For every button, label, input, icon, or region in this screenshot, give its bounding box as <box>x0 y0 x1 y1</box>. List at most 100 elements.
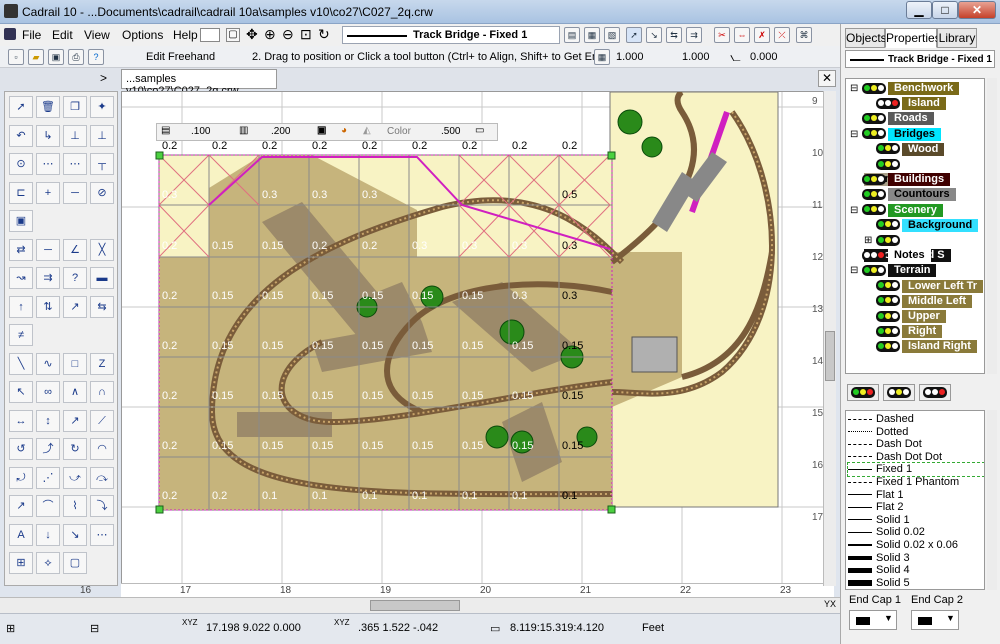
palette-tool-16[interactable]: ▣ <box>9 210 33 232</box>
palette-tool-41[interactable]: ∞ <box>36 381 60 403</box>
traffic-light-icon[interactable] <box>876 340 900 352</box>
zoom-in-icon[interactable]: ⊕ <box>264 26 276 43</box>
palette-tool-2[interactable]: ❐ <box>63 96 87 118</box>
layer-item[interactable]: Background <box>864 218 979 233</box>
layer-item[interactable]: ⊟ Bridges <box>850 127 941 142</box>
app-menu-icon[interactable] <box>4 28 16 40</box>
palette-tool-55[interactable]: ⤼ <box>90 466 114 489</box>
traffic-light-icon[interactable] <box>876 295 900 307</box>
palette-tool-64[interactable]: ⊞ <box>9 552 33 574</box>
drawing-canvas[interactable]: 0.2 0.2 0.2 0.2 0.2 0.2 0.2 0.2 0.2 0.3 0.3 0.3 0.3 0… <box>121 91 834 586</box>
palette-tool-40[interactable]: ↖ <box>9 381 33 403</box>
expand-icon[interactable]: ⊞ <box>864 233 876 248</box>
palette-tool-30[interactable]: ↗ <box>63 295 87 318</box>
tool-icon-5[interactable]: ↘ <box>646 27 662 43</box>
traffic-light-icon[interactable] <box>876 325 900 337</box>
layer-scrollbar[interactable] <box>987 78 997 374</box>
layer-item[interactable]: ⊟ Benchwork <box>850 81 960 96</box>
linetype-item[interactable]: Dash Dot <box>848 438 984 451</box>
palette-tool-3[interactable]: ✦ <box>90 96 114 118</box>
palette-tool-6[interactable]: ⊥ <box>63 124 87 147</box>
expand-icon[interactable]: ⊟ <box>850 127 862 142</box>
grid-value[interactable]: 1.000 <box>616 51 644 63</box>
layer-item[interactable]: Buildings <box>850 172 951 187</box>
linetype-item[interactable]: Solid 0.02 <box>848 526 984 539</box>
help-icon[interactable]: ? <box>88 49 104 65</box>
line-style-select[interactable]: Track Bridge - Fixed 1 <box>342 26 560 44</box>
pan-icon[interactable]: ✥ <box>246 26 258 43</box>
layer-item[interactable]: Upper <box>864 309 946 324</box>
tab-properties[interactable]: Properties <box>885 28 941 48</box>
palette-tool-31[interactable]: ⇆ <box>90 295 114 318</box>
linetype-item[interactable]: Flat 2 <box>848 501 984 514</box>
palette-tool-50[interactable]: ↻ <box>63 438 87 460</box>
tool-icon-1[interactable]: ▤ <box>564 27 580 43</box>
layer-visible-button[interactable] <box>847 384 879 401</box>
layer-item[interactable]: Roads <box>850 111 934 126</box>
layer-item[interactable]: Concrete Abu <box>864 157 984 186</box>
menu-view[interactable]: View <box>84 28 110 42</box>
layer-item[interactable]: Lower Left Tr <box>864 279 984 294</box>
linetype-item[interactable]: Solid 1 <box>848 514 984 527</box>
tool-icon-7[interactable]: ⇉ <box>686 27 702 43</box>
linetype-list[interactable]: Dashed Dotted Dash Dot Dash Dot Dot Fixed 1F… <box>845 410 985 590</box>
palette-tool-7[interactable]: ⊥ <box>90 124 114 147</box>
traffic-light-icon[interactable] <box>876 280 900 292</box>
menu-file[interactable]: File <box>22 28 41 42</box>
maximize-button[interactable]: □ <box>932 1 958 19</box>
tool-icon-6[interactable]: ⇆ <box>666 27 682 43</box>
tool-icon-11[interactable]: ⤫ <box>774 27 790 43</box>
linetype-item[interactable]: Solid 5 <box>848 577 984 589</box>
palette-tool-39[interactable]: Z <box>90 352 114 375</box>
palette-tool-22[interactable]: ∠ <box>63 238 87 261</box>
layer-item[interactable]: Island <box>864 96 946 111</box>
palette-tool-66[interactable]: ▢ <box>63 552 87 574</box>
horizontal-scroll-thumb[interactable] <box>370 600 460 611</box>
corner-icon[interactable]: YX <box>824 599 836 609</box>
palette-tool-1[interactable]: 🗑 <box>36 96 60 118</box>
horizontal-scrollbar[interactable]: YX <box>0 597 840 613</box>
palette-tool-9[interactable]: ⋯ <box>36 153 60 175</box>
linetype-item[interactable]: Dashed <box>848 413 984 426</box>
close-button[interactable]: ✕ <box>958 1 996 19</box>
palette-tool-54[interactable]: ⤻ <box>63 466 87 489</box>
vertical-scroll-thumb[interactable] <box>825 331 835 381</box>
color-wheel-icon[interactable]: ◕ <box>341 125 347 136</box>
palette-tool-26[interactable]: ? <box>63 267 87 289</box>
layer-item[interactable]: ⊟ Scenery <box>850 203 943 218</box>
expand-icon[interactable]: ⊟ <box>850 203 862 218</box>
document-tab[interactable]: ...samples v10\co27\C027_2q.crw <box>121 69 277 97</box>
frame-icon[interactable]: ▣ <box>317 125 326 136</box>
linetype-item[interactable]: Dash Dot Dot <box>848 451 984 464</box>
tab-library[interactable]: Library <box>937 28 977 48</box>
expand-icon[interactable]: ⊟ <box>850 263 862 278</box>
tool-icon-10[interactable]: ✗ <box>754 27 770 43</box>
layer-lock-button[interactable] <box>883 384 915 401</box>
linetype-item[interactable]: Fixed 1 <box>847 462 984 478</box>
tool-icon-8[interactable]: ✂ <box>714 27 730 43</box>
palette-tool-63[interactable]: ⋯ <box>90 523 114 546</box>
tool-icon-9[interactable]: ⇔ <box>734 27 750 43</box>
palette-tool-8[interactable]: ⊙ <box>9 153 33 175</box>
layout-drawing[interactable] <box>122 92 834 586</box>
layer-item[interactable]: ⊞Background S <box>864 233 984 262</box>
palette-tool-29[interactable]: ⇅ <box>36 295 60 318</box>
print-icon[interactable]: ⎙ <box>68 49 84 65</box>
zoom-all-icon[interactable]: ⊡ <box>300 26 312 43</box>
palette-tool-65[interactable]: ⟡ <box>36 552 60 574</box>
palette-tool-0[interactable]: ➚ <box>9 96 33 118</box>
palette-tool-20[interactable]: ⇄ <box>9 238 33 261</box>
tool-icon-3[interactable]: ▧ <box>604 27 620 43</box>
angle-value[interactable]: 0.000 <box>750 51 778 63</box>
palette-tool-44[interactable]: ↔ <box>9 409 33 432</box>
palette-tool-38[interactable]: □ <box>63 352 87 375</box>
linetype-item[interactable]: Fixed 1 Phantom <box>848 476 984 489</box>
palette-tool-48[interactable]: ↺ <box>9 438 33 460</box>
endcap1-select[interactable]: ▼ <box>849 610 897 630</box>
close-document-icon[interactable]: ✕ <box>818 70 836 87</box>
traffic-light-icon[interactable] <box>876 143 900 155</box>
tool-icon-12[interactable]: ⌘ <box>796 27 812 43</box>
open-folder-icon[interactable]: ▰ <box>28 49 44 65</box>
select-icon[interactable] <box>200 28 220 42</box>
linetype-item[interactable]: Solid 4 <box>848 564 984 577</box>
